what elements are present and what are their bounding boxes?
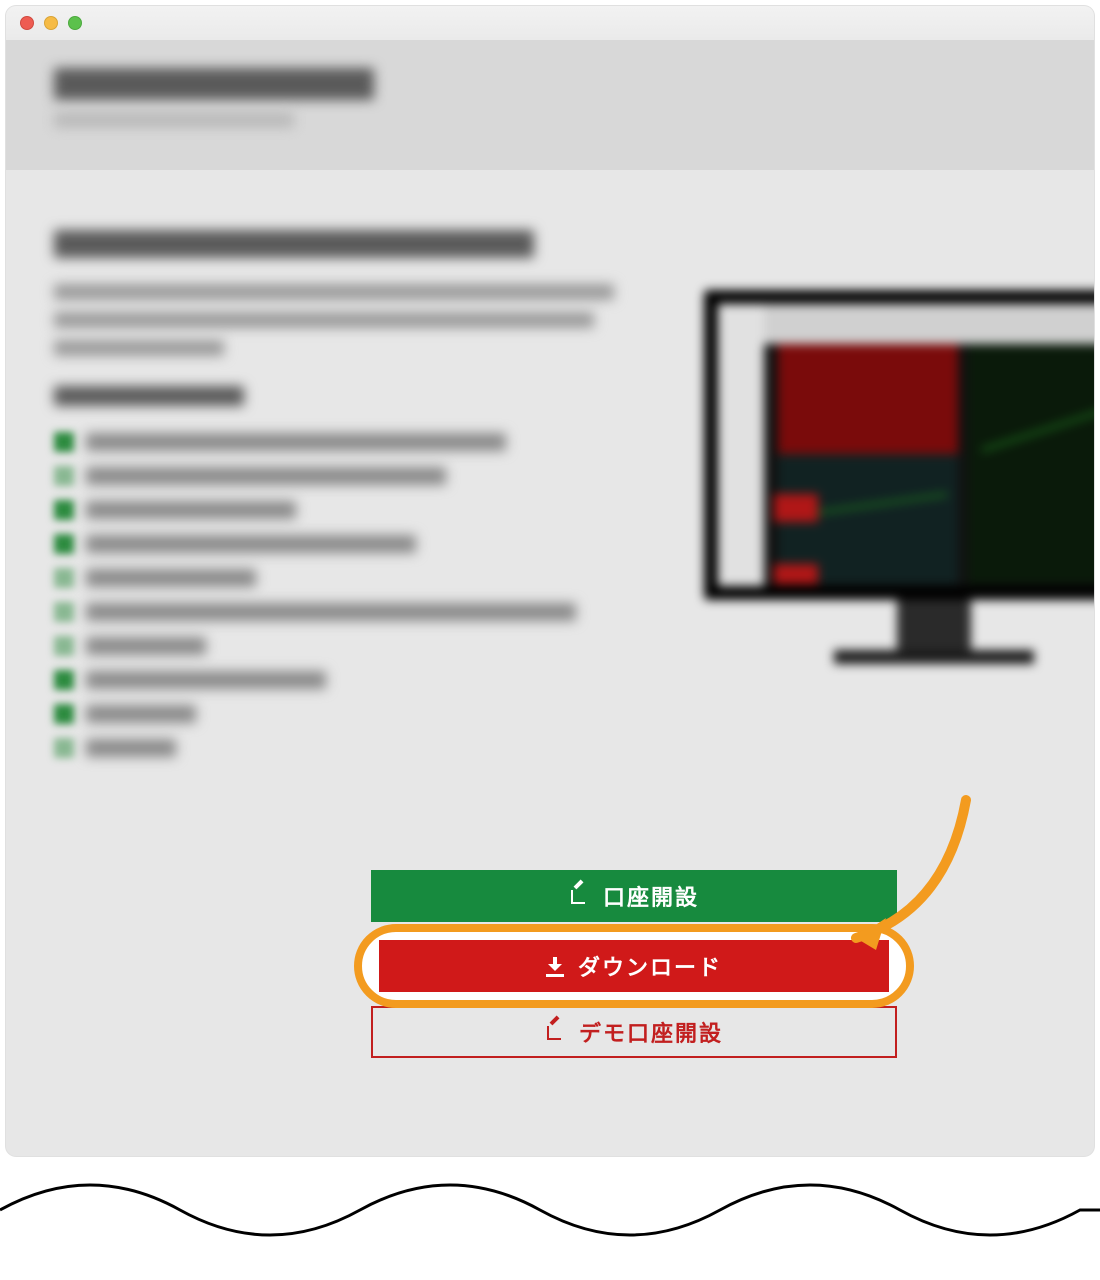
- demo-account-label: デモ口座開設: [579, 1016, 723, 1048]
- open-account-button[interactable]: 口座開設: [371, 870, 897, 922]
- edit-icon: [545, 1022, 565, 1042]
- bottom-wave-edge: [0, 1150, 1100, 1280]
- open-account-label: 口座開設: [603, 880, 699, 912]
- download-button[interactable]: ダウンロード: [379, 940, 889, 992]
- download-icon: [546, 957, 564, 975]
- page-header: [6, 40, 1094, 170]
- download-highlight: ダウンロード: [354, 924, 914, 1008]
- traffic-zoom-button[interactable]: [68, 16, 82, 30]
- demo-account-button[interactable]: デモ口座開設: [371, 1006, 897, 1058]
- download-label: ダウンロード: [578, 950, 722, 982]
- monitor-illustration: [704, 290, 1094, 670]
- page-content: 口座開設 デモ口座開設 ダウンロード: [6, 170, 1094, 1140]
- mac-window: 口座開設 デモ口座開設 ダウンロード: [6, 6, 1094, 1156]
- traffic-minimize-button[interactable]: [44, 16, 58, 30]
- traffic-close-button[interactable]: [20, 16, 34, 30]
- mac-titlebar: [6, 6, 1094, 40]
- edit-icon: [569, 886, 589, 906]
